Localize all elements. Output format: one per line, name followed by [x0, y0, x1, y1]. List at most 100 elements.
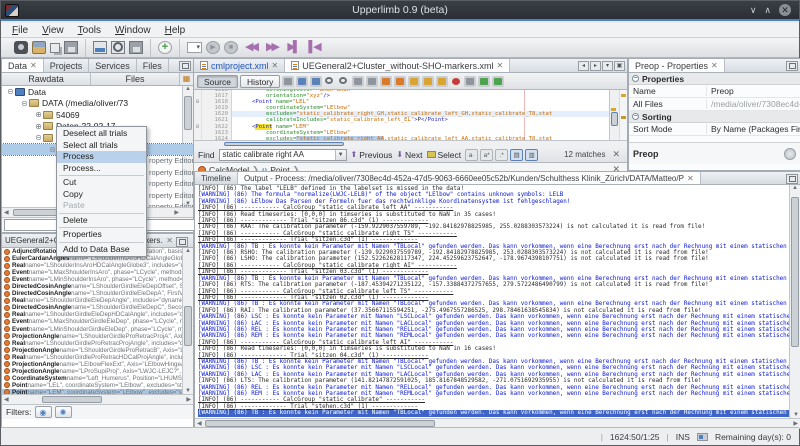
context-menu-item-delete[interactable]: Delete — [57, 215, 146, 227]
open-button-icon[interactable] — [32, 41, 46, 54]
next-bookmark-icon[interactable] — [394, 76, 406, 87]
find-toggle-4-icon[interactable]: ▤ — [510, 149, 523, 161]
menu-file[interactable]: File — [5, 24, 35, 37]
last-edit-icon[interactable] — [282, 76, 294, 87]
output-tab[interactable]: Timeline — [195, 172, 238, 184]
tab-data[interactable]: Data✕ — [2, 59, 44, 72]
table-settings-icon[interactable]: ▦ — [180, 73, 193, 85]
tab-list-icon[interactable]: ▾ — [602, 61, 613, 71]
context-menu-item-add-to-data-base[interactable]: Add to Data Base — [57, 244, 146, 256]
minimize-icon[interactable]: ∨ — [750, 4, 757, 16]
tab-close-icon[interactable]: ✕ — [497, 61, 504, 70]
scroll-right-icon[interactable]: ▸ — [590, 61, 601, 71]
step-start-button-icon[interactable]: ▌◀ — [305, 41, 322, 54]
tree-expand-icon[interactable]: ⊕ — [34, 122, 43, 131]
tree-expand-icon[interactable]: ⊕ — [34, 110, 43, 119]
navigator-item[interactable]: DirectedCosinAngle name="LShoulderGirdle… — [2, 290, 193, 297]
tab-close-icon[interactable]: ✕ — [272, 61, 279, 70]
view-history-button[interactable]: History — [240, 75, 280, 88]
winblue-button-icon[interactable] — [93, 41, 107, 54]
filter-toggle-1-icon[interactable]: ◉ — [35, 406, 52, 418]
context-menu-item-process-[interactable]: Process... — [57, 163, 146, 175]
tree-collapse-icon[interactable]: ⊝ — [34, 133, 43, 142]
tab-preop-properties[interactable]: Preop - Properties ✕ — [629, 59, 725, 72]
copy-button-icon[interactable] — [50, 43, 60, 53]
output-minimize-icon[interactable] — [786, 174, 798, 184]
toggle-bookmark-icon[interactable] — [408, 76, 420, 87]
rewind-button-icon[interactable]: ◀◀ — [242, 41, 259, 54]
tab-close-icon[interactable]: ✕ — [711, 61, 718, 70]
find-selection-icon[interactable] — [338, 76, 350, 87]
next-error-icon[interactable] — [492, 76, 504, 87]
scrollbar-thumb[interactable] — [42, 396, 102, 403]
section-header-properties[interactable]: −Properties — [629, 73, 800, 85]
stop-macro-icon[interactable] — [464, 76, 476, 87]
menu-tools[interactable]: Tools — [71, 24, 108, 37]
section-header-sorting[interactable]: −Sorting — [629, 111, 800, 123]
properties-minimize-icon[interactable] — [786, 61, 798, 71]
find-icon[interactable] — [324, 76, 336, 87]
tab-projects[interactable]: Projects — [44, 59, 90, 72]
find-next-button[interactable]: ⬇ Next — [396, 150, 422, 160]
find-previous-icon[interactable] — [366, 76, 378, 87]
log-output[interactable]: [INFO] (86) The label "LELB" defined in … — [195, 185, 800, 418]
navigator-item[interactable]: Event name="LMinShoulderGirdleEleDep", p… — [2, 326, 193, 333]
find-toggle-2-icon[interactable]: a* — [480, 149, 493, 161]
property-value[interactable]: By Name (Packages First)▼ — [707, 124, 800, 134]
navigator-item[interactable]: ProjectionAngle name="LProSupiProj", Axi… — [2, 368, 193, 375]
fast-forward-button-icon[interactable]: ▶▶ — [263, 41, 280, 54]
navigator-item[interactable]: CoordinateSystem name="Left_Humerus", Po… — [2, 375, 193, 382]
editor-horizontal-scrollbar[interactable] — [194, 140, 627, 147]
back-icon[interactable] — [296, 76, 308, 87]
log-line[interactable]: [WARNING] (86) LSC : Es konnte kein Para… — [198, 365, 800, 371]
shift-right-icon[interactable] — [436, 76, 448, 87]
scrollbar-thumb[interactable] — [791, 197, 799, 347]
context-menu-item-copy[interactable]: Copy — [57, 189, 146, 201]
log-line[interactable]: [WARNING] (86) TB : Es konnte kein Param… — [198, 410, 800, 416]
navigator-item[interactable]: Real name="LShoulderGirdleProRetracHDCal… — [2, 354, 193, 361]
navigator-item[interactable]: Real name="LShoulderGirdleEleDepHDCalAng… — [2, 311, 193, 318]
tab-close-icon[interactable]: ✕ — [30, 61, 37, 70]
scrollbar-thumb[interactable] — [224, 142, 344, 146]
editor-vertical-scrollbar[interactable] — [609, 90, 619, 140]
find-toggle-5-icon[interactable]: ▥ — [525, 149, 538, 161]
navigator-item[interactable]: Real name="LShoulderInsAroHDCalAngleGlob… — [2, 262, 193, 269]
tree-row[interactable]: ⊕54069 — [2, 109, 193, 121]
navigator-item[interactable]: ProjectionAngle name="LShoulderGirdlePro… — [2, 333, 193, 340]
tab-services[interactable]: Services — [89, 59, 137, 72]
start-macro-icon[interactable] — [450, 76, 462, 87]
shift-left-icon[interactable] — [422, 76, 434, 87]
tree-collapse-icon[interactable]: ⊝ — [6, 87, 15, 96]
context-menu-item-select-all-trials[interactable]: Select all trials — [57, 140, 146, 152]
camera-button-icon[interactable] — [14, 41, 28, 54]
section-collapse-icon[interactable]: − — [632, 113, 639, 120]
navigator-item[interactable]: Event name="LMaxShoulderGirdleEleDep", p… — [2, 318, 193, 325]
log-line[interactable]: [WARNING] (86) REM : Es konnte kein Para… — [198, 333, 800, 339]
tree-row[interactable]: ⊝Data — [2, 86, 193, 98]
navigator-item[interactable]: Event name="LMinShoulderInsAro", phase="… — [2, 276, 193, 283]
editor-tab-2[interactable]: UEGeneral2+Cluster_without-SHO-markers.x… — [285, 59, 510, 72]
navigator-item[interactable]: Real name="LShoulderGirdleProRetracProjA… — [2, 340, 193, 347]
code-lines[interactable]: definingVector="LHUM LHUM"orientation="x… — [232, 90, 609, 140]
play-button-icon[interactable]: ▶ — [206, 41, 220, 54]
context-menu-item-cut[interactable]: Cut — [57, 177, 146, 189]
navigator-vertical-scrollbar[interactable]: ▲ ▼ — [182, 248, 193, 394]
editor-tab-1[interactable]: cmlproject.xml✕ — [194, 59, 285, 72]
output-tab[interactable]: Output - Process: /media/oliver/7308ec4d… — [238, 172, 701, 184]
previous-bookmark-icon[interactable] — [380, 76, 392, 87]
property-value[interactable]: Preop — [707, 86, 800, 96]
navigator-close-icon[interactable]: ✕ — [166, 236, 173, 245]
context-menu-item-properties[interactable]: Properties — [57, 229, 146, 241]
log-vertical-scrollbar[interactable]: ▲ ▼ — [789, 185, 800, 418]
tab-files[interactable]: Files — [137, 59, 169, 72]
add-button-icon[interactable]: + — [158, 41, 172, 54]
navigator-minimize-icon[interactable] — [176, 237, 188, 247]
scrollbar-thumb[interactable] — [184, 306, 192, 346]
property-value[interactable]: /media/oliver/7308ec4d-452...... — [707, 99, 800, 110]
maximize-view-icon[interactable]: ▣ — [614, 61, 625, 71]
forward-icon[interactable] — [310, 76, 322, 87]
node-action-button[interactable] — [784, 148, 796, 160]
log-line[interactable]: [WARNING] (86) LAC : Es konnte kein Para… — [198, 321, 800, 327]
find-dropdown-icon[interactable]: ▼ — [335, 150, 346, 160]
step-end-button-icon[interactable]: ▶▌ — [284, 41, 301, 54]
